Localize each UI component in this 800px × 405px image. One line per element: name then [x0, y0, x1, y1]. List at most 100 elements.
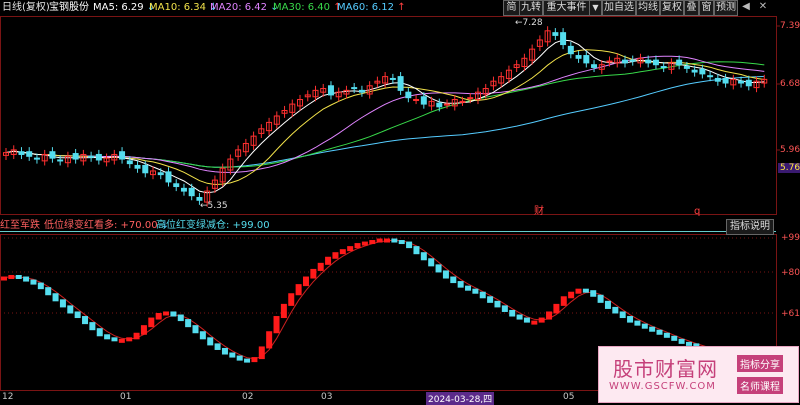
candle-body — [444, 103, 451, 106]
indicator-bar — [546, 311, 553, 320]
low-annotation: ←5.35 — [200, 201, 228, 211]
indicator-explain-button[interactable]: 指标说明 — [726, 219, 774, 235]
indicator-bar — [487, 296, 494, 303]
indicator-bar — [509, 309, 516, 317]
indicator-bar — [45, 287, 52, 296]
indicator-item1: 低位绿变红看多: +70.00 ↓ — [44, 220, 170, 231]
indicator-bar — [523, 317, 530, 323]
candle-body — [691, 69, 698, 73]
indicator-bar — [634, 320, 641, 326]
indicator-bar — [325, 256, 332, 265]
price-axis-label: 5.96 — [780, 145, 800, 155]
candle-body — [606, 60, 613, 63]
candle-body — [699, 68, 706, 75]
candle-body — [645, 59, 652, 64]
indicator-bar — [428, 258, 435, 267]
indicator-name[interactable]: 红至军跌 — [0, 220, 40, 232]
indicator-bar — [126, 337, 133, 342]
indicator-bar — [266, 331, 273, 349]
candle-body — [126, 160, 133, 165]
candle-body — [621, 59, 628, 64]
indicator-bar — [560, 296, 567, 306]
indicator-bar — [619, 311, 626, 319]
indicator-bar — [538, 317, 545, 323]
candle-body — [552, 32, 559, 36]
indicator-bar — [597, 294, 604, 303]
indicator-axis-label: +61.80 — [781, 309, 800, 319]
indicator-bar — [457, 281, 464, 288]
candle-body — [57, 159, 64, 162]
logo-tag-course: 名师课程 — [737, 377, 783, 394]
candle-body — [629, 59, 636, 62]
indicator-bar — [15, 275, 22, 279]
candle-body — [72, 153, 79, 160]
indicator-bar — [133, 332, 140, 340]
indicator-bar — [516, 314, 523, 320]
indicator-bar — [185, 319, 192, 328]
candle-body — [88, 155, 95, 158]
indicator-bar — [590, 290, 597, 297]
indicator-bar — [582, 288, 589, 293]
indicator-bar — [52, 293, 59, 302]
candle-body — [142, 164, 149, 174]
indicator-bar — [37, 282, 44, 290]
indicator-bar — [96, 328, 103, 337]
date-axis-label: 03 — [321, 392, 333, 402]
indicator-axis-label: +99.00 — [781, 233, 800, 243]
indicator-bar — [170, 311, 177, 317]
indicator-bar — [302, 276, 309, 287]
candle-body — [676, 59, 683, 66]
candle-body — [18, 151, 25, 155]
indicator-bar — [479, 291, 486, 299]
logo-tag-indicator: 指标分享 — [737, 355, 783, 372]
indicator-bar — [361, 241, 368, 246]
indicator-bar — [369, 240, 376, 245]
indicator-bar — [604, 300, 611, 309]
stock-chart[interactable] — [0, 0, 800, 403]
q-marker[interactable]: q — [694, 207, 700, 217]
current-price-tag: 5.76 — [778, 163, 800, 173]
indicator-bar — [295, 284, 302, 296]
indicator-bar — [177, 314, 184, 322]
indicator-bar — [155, 313, 162, 320]
indicator-bar — [398, 240, 405, 245]
indicator-bar — [671, 335, 678, 341]
indicator-bar — [339, 249, 346, 255]
candle-body — [327, 85, 334, 96]
indicator-bar — [67, 305, 74, 314]
candle-body — [188, 187, 195, 197]
indicator-bar — [384, 238, 390, 243]
logo-title: 股市财富网 — [613, 357, 718, 381]
indicator-bar — [258, 346, 265, 360]
indicator-bar — [192, 325, 199, 334]
indicator-bar — [663, 332, 670, 338]
candle-body — [413, 99, 420, 102]
candle-body — [351, 87, 358, 90]
indicator-bar — [531, 320, 538, 325]
indicator-bar — [140, 325, 147, 335]
indicator-bar — [568, 291, 575, 299]
indicator-bar — [221, 347, 228, 355]
earnings-marker[interactable]: 财 — [534, 207, 544, 217]
indicator-bar — [1, 276, 7, 281]
indicator-bar — [347, 246, 354, 252]
indicator-bar — [59, 299, 66, 308]
date-axis-label: 01 — [120, 392, 132, 402]
gscfw-logo: 股市财富网 WWW.GSCFW.COM 指标分享 名师课程 — [598, 346, 799, 403]
candle-body — [683, 66, 690, 69]
indicator-bar — [288, 293, 295, 306]
indicator-bar — [89, 322, 96, 331]
indicator-bar — [678, 338, 685, 344]
candle-body — [436, 102, 443, 108]
candle-body — [95, 153, 102, 161]
candle-body — [567, 45, 574, 55]
candle-body — [397, 76, 404, 91]
candle-body — [180, 187, 187, 192]
candle-body — [591, 64, 598, 68]
indicator-bar — [442, 270, 449, 279]
indicator-bar — [280, 303, 287, 319]
indicator-bar — [575, 288, 582, 294]
indicator-bar — [229, 352, 236, 358]
indicator-bar — [23, 276, 30, 282]
candle-body — [389, 77, 396, 80]
